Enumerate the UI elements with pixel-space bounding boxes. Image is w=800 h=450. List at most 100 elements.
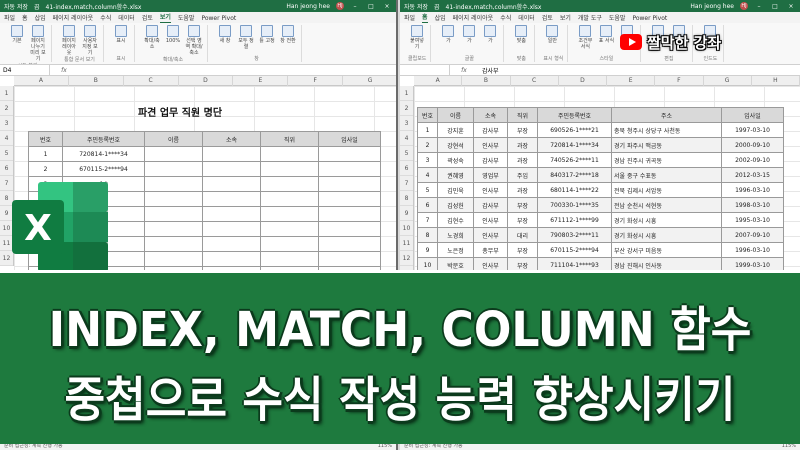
- autosave-state[interactable]: 끔: [34, 2, 40, 11]
- table-cell[interactable]: [202, 236, 261, 252]
- table-cell[interactable]: [318, 251, 381, 267]
- tab-7[interactable]: 보기: [560, 13, 571, 23]
- table-header-cell[interactable]: 주소: [611, 107, 722, 123]
- table-cell[interactable]: 6: [417, 197, 438, 213]
- ribbon-button[interactable]: 붙여넣기: [408, 25, 426, 50]
- table-cell[interactable]: 부장: [507, 242, 538, 258]
- column-header[interactable]: G: [704, 76, 752, 86]
- row-header[interactable]: 9: [400, 206, 413, 221]
- ribbon-button[interactable]: 새 창: [216, 25, 234, 44]
- table-cell[interactable]: 권혜영: [437, 167, 474, 183]
- ribbon-button[interactable]: 틀 고정: [258, 25, 276, 44]
- table-cell[interactable]: 부장: [507, 212, 538, 228]
- table-header-cell[interactable]: 입사일: [318, 131, 381, 147]
- table-cell[interactable]: [202, 161, 261, 177]
- table-cell[interactable]: 부장: [507, 122, 538, 138]
- table-cell[interactable]: [202, 206, 261, 222]
- row-header[interactable]: 1: [0, 86, 13, 101]
- table-cell[interactable]: 김민욱: [437, 182, 474, 198]
- table-cell[interactable]: [144, 206, 203, 222]
- tab-8[interactable]: 개발 도구: [578, 13, 602, 23]
- close-icon[interactable]: ×: [786, 3, 796, 10]
- ribbon-button[interactable]: 모두 정렬: [237, 25, 255, 50]
- minimize-icon[interactable]: –: [350, 3, 360, 10]
- formula-input[interactable]: 감사부: [478, 66, 499, 75]
- table-cell[interactable]: 670115-2****94: [62, 161, 145, 177]
- table-cell[interactable]: [260, 176, 319, 192]
- ribbon-button[interactable]: 가: [439, 25, 457, 44]
- row-header[interactable]: 8: [400, 191, 413, 206]
- table-cell[interactable]: [144, 251, 203, 267]
- table-cell[interactable]: 5: [417, 182, 438, 198]
- column-header[interactable]: F: [655, 76, 704, 86]
- row-header[interactable]: 4: [400, 131, 413, 146]
- table-cell[interactable]: 노경희: [437, 227, 474, 243]
- table-cell[interactable]: 2007-09-10: [721, 227, 784, 243]
- ribbon-button[interactable]: 맞춤: [512, 25, 530, 44]
- table-cell[interactable]: 곽성숙: [437, 152, 474, 168]
- table-cell[interactable]: [260, 251, 319, 267]
- name-box[interactable]: D4: [0, 65, 50, 75]
- table-header-cell[interactable]: 주민등록번호: [62, 131, 145, 147]
- table-cell[interactable]: [144, 191, 203, 207]
- table-cell[interactable]: [318, 236, 381, 252]
- autosave-label[interactable]: 자동 저장: [4, 2, 28, 11]
- row-header[interactable]: 12: [400, 251, 413, 266]
- tab-8[interactable]: 도움말: [178, 13, 195, 23]
- tab-4[interactable]: 수식: [500, 13, 511, 23]
- table-cell[interactable]: [202, 221, 261, 237]
- table-header-cell[interactable]: 주민등록번호: [537, 107, 612, 123]
- table-cell[interactable]: 부장: [507, 197, 538, 213]
- table-header-cell[interactable]: 이름: [144, 131, 203, 147]
- table-cell[interactable]: 670115-2****94: [537, 242, 612, 258]
- column-header[interactable]: H: [752, 76, 800, 86]
- tab-4[interactable]: 수식: [100, 13, 111, 23]
- tab-2[interactable]: 삽입: [435, 13, 446, 23]
- row-header[interactable]: 7: [400, 176, 413, 191]
- table-cell[interactable]: [202, 176, 261, 192]
- avatar[interactable]: HJ: [336, 2, 344, 10]
- ribbon-button[interactable]: 조건부 서식: [576, 25, 594, 50]
- table-cell[interactable]: 1: [417, 122, 438, 138]
- table-cell[interactable]: [260, 161, 319, 177]
- table-cell[interactable]: 840317-2****18: [537, 167, 612, 183]
- table-cell[interactable]: [144, 146, 203, 162]
- column-header[interactable]: D: [559, 76, 607, 86]
- table-cell[interactable]: 부산 강서구 미음동: [611, 242, 722, 258]
- table-cell[interactable]: 720814-1****34: [537, 137, 612, 153]
- table-cell[interactable]: 7: [417, 212, 438, 228]
- table-cell[interactable]: 2: [417, 137, 438, 153]
- table-cell[interactable]: [202, 191, 261, 207]
- table-cell[interactable]: 노은정: [437, 242, 474, 258]
- table-cell[interactable]: 8: [417, 227, 438, 243]
- maximize-icon[interactable]: □: [770, 3, 780, 10]
- ribbon-button[interactable]: 페이지 나누기 미리 보기: [29, 25, 47, 62]
- tab-6[interactable]: 검토: [142, 13, 153, 23]
- table-cell[interactable]: 감사부: [473, 197, 508, 213]
- row-header[interactable]: 5: [400, 146, 413, 161]
- column-header[interactable]: B: [462, 76, 511, 86]
- table-header-cell[interactable]: 소속: [202, 131, 261, 147]
- minimize-icon[interactable]: –: [754, 3, 764, 10]
- table-cell[interactable]: 경남 진주시 귀곡동: [611, 152, 722, 168]
- table-header-cell[interactable]: 직위: [260, 131, 319, 147]
- table-cell[interactable]: 총무부: [473, 242, 508, 258]
- maximize-icon[interactable]: □: [366, 3, 376, 10]
- table-cell[interactable]: 충북 청주시 상당구 사천동: [611, 122, 722, 138]
- table-cell[interactable]: 인사부: [473, 227, 508, 243]
- table-cell[interactable]: 2002-09-10: [721, 152, 784, 168]
- table-cell[interactable]: [318, 191, 381, 207]
- table-cell[interactable]: 680114-1****22: [537, 182, 612, 198]
- column-header[interactable]: A: [414, 76, 463, 86]
- table-cell[interactable]: 740526-2****11: [537, 152, 612, 168]
- table-cell[interactable]: [318, 161, 381, 177]
- table-cell[interactable]: 경기 화성시 시흥: [611, 227, 722, 243]
- ribbon-button[interactable]: 가: [460, 25, 478, 44]
- table-cell[interactable]: 김성헌: [437, 197, 474, 213]
- tab-2[interactable]: 삽입: [35, 13, 46, 23]
- ribbon-button[interactable]: 가: [481, 25, 499, 44]
- column-header[interactable]: F: [288, 76, 344, 86]
- table-cell[interactable]: 9: [417, 242, 438, 258]
- table-cell[interactable]: [260, 236, 319, 252]
- table-cell[interactable]: 690526-1****21: [537, 122, 612, 138]
